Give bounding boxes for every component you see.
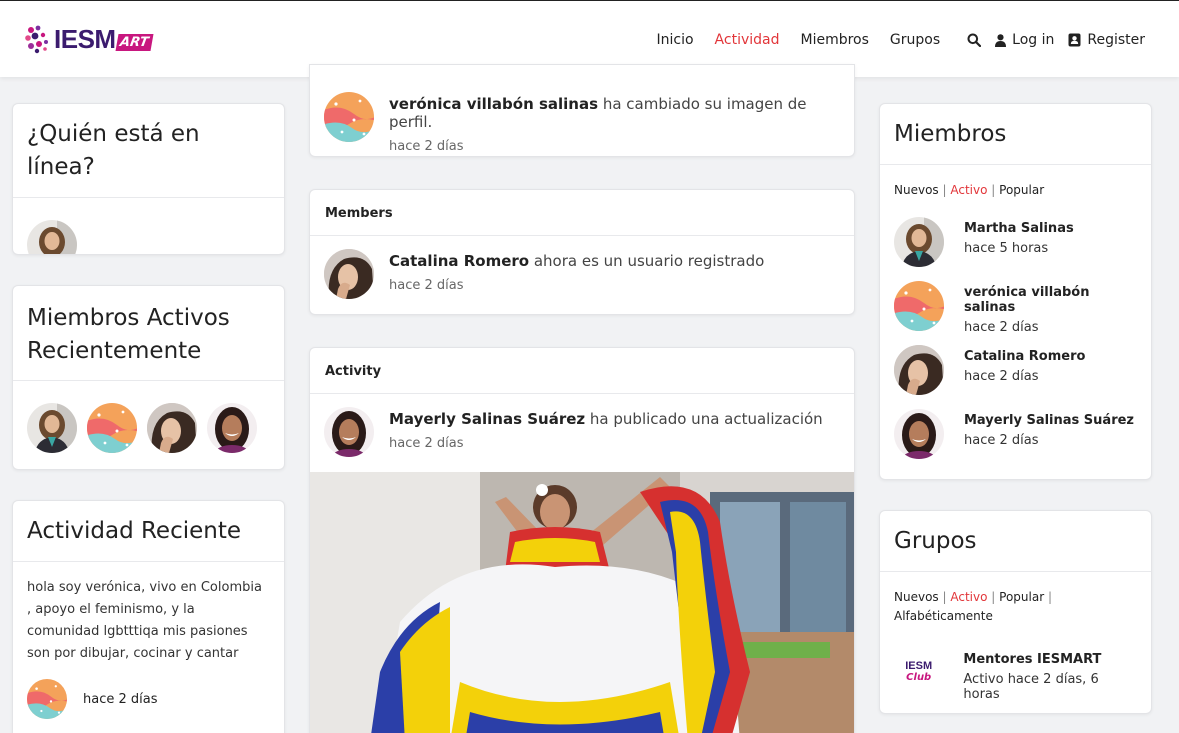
members-activity-card: Members Catalina Romero ahora es un usua… (309, 189, 855, 315)
activity-post-card: Activity Mayerly Salinas Suárez ha publi… (309, 347, 855, 733)
search-icon[interactable] (967, 33, 982, 47)
group-name-link[interactable]: Mentores IESMART (963, 652, 1137, 667)
member-last-active: hace 5 horas (964, 241, 1049, 256)
list-item: verónica villabón salinas hace 2 días (894, 281, 1137, 345)
member-last-active: hace 2 días (964, 369, 1039, 384)
filter-activo[interactable]: Activo (950, 590, 987, 604)
groups-filter-bar: Nuevos | Activo | Popular | Alfabéticame… (894, 590, 1053, 623)
avatar[interactable] (324, 92, 374, 142)
avatar[interactable] (27, 679, 67, 719)
activity-action-text: ha publicado una actualización (585, 410, 823, 428)
member-name-link[interactable]: Catalina Romero (964, 349, 1085, 364)
avatar[interactable] (894, 345, 944, 395)
nav-grupos[interactable]: Grupos (890, 32, 940, 48)
filter-nuevos[interactable]: Nuevos (894, 590, 939, 604)
member-name-link[interactable]: Mayerly Salinas Suárez (964, 413, 1134, 428)
recent-activity-title: Actividad Reciente (27, 518, 242, 544)
user-icon (995, 33, 1007, 47)
online-widget: ¿Quién está en línea? (12, 103, 285, 255)
activity-time: hace 2 días (389, 278, 464, 293)
activity-item-profile-photo: verónica villabón salinas ha cambiado su… (309, 64, 855, 157)
login-link[interactable]: Log in (995, 32, 1054, 48)
activity-time: hace 2 días (389, 139, 464, 154)
members-widget: Miembros Nuevos | Activo | Popular Marth… (879, 103, 1152, 480)
recent-activity-text: hola soy verónica, vivo en Colombia , ap… (27, 580, 262, 661)
recent-activity-time: hace 2 días (83, 691, 158, 707)
avatar[interactable] (87, 403, 137, 453)
filter-nuevos[interactable]: Nuevos (894, 183, 939, 197)
nav-miembros[interactable]: Miembros (800, 32, 868, 48)
list-item: Martha Salinas hace 5 horas (894, 217, 1137, 281)
avatar[interactable] (894, 409, 944, 459)
register-label: Register (1087, 32, 1145, 48)
avatar[interactable] (27, 403, 77, 453)
activity-card-title: Activity (325, 364, 382, 379)
members-list: Martha Salinas hace 5 horas verónica vil… (880, 200, 1151, 473)
main-menu: Inicio Actividad Miembros Grupos Log in … (636, 29, 1146, 51)
filter-popular[interactable]: Popular (999, 590, 1044, 604)
list-item: Catalina Romero hace 2 días (894, 345, 1137, 409)
activity-user-link[interactable]: verónica villabón salinas (389, 95, 598, 113)
online-widget-title: ¿Quién está en línea? (27, 121, 200, 180)
filter-popular[interactable]: Popular (999, 183, 1044, 197)
group-last-active: Activo hace 2 días, 6 horas (963, 672, 1099, 702)
register-link[interactable]: Register (1068, 32, 1145, 48)
groups-widget: Grupos Nuevos | Activo | Popular | Alfab… (879, 510, 1152, 714)
nav-actividad[interactable]: Actividad (715, 32, 780, 48)
activity-user-link[interactable]: Mayerly Salinas Suárez (389, 410, 585, 428)
avatar[interactable] (324, 407, 374, 457)
logo-tag: ART (115, 33, 154, 51)
member-last-active: hace 2 días (964, 433, 1039, 448)
member-name-link[interactable]: Martha Salinas (964, 221, 1074, 236)
activity-user-link[interactable]: Catalina Romero (389, 252, 529, 270)
logo-mark-icon (24, 24, 52, 54)
avatar[interactable] (27, 220, 77, 255)
list-item: IESM Club Mentores IESMART Activo hace 2… (880, 626, 1151, 702)
nav-inicio[interactable]: Inicio (657, 32, 694, 48)
avatar[interactable] (324, 249, 374, 299)
activity-time: hace 2 días (389, 436, 464, 451)
avatar[interactable] (147, 403, 197, 453)
filter-activo[interactable]: Activo (950, 183, 987, 197)
member-name-link[interactable]: verónica villabón salinas (964, 285, 1137, 315)
recent-members-title: Miembros Activos Recientemente (27, 305, 230, 364)
activity-photo[interactable] (310, 472, 854, 733)
recent-members-widget: Miembros Activos Recientemente (12, 285, 285, 470)
members-widget-title: Miembros (894, 121, 1007, 147)
avatar[interactable] (207, 403, 257, 453)
members-filter-bar: Nuevos | Activo | Popular (894, 183, 1045, 197)
filter-alfabeticamente[interactable]: Alfabéticamente (894, 609, 993, 623)
avatar[interactable] (894, 217, 944, 267)
groups-widget-title: Grupos (894, 528, 977, 554)
members-card-title: Members (325, 206, 393, 221)
avatar[interactable] (894, 281, 944, 331)
member-last-active: hace 2 días (964, 320, 1039, 335)
contact-card-icon (1068, 33, 1081, 47)
recent-activity-widget: Actividad Reciente hola soy verónica, vi… (12, 500, 285, 733)
logo-text: IESM (54, 23, 116, 54)
group-avatar[interactable]: IESM Club (894, 652, 943, 692)
login-label: Log in (1012, 32, 1055, 48)
site-logo[interactable]: IESM ART (24, 23, 154, 55)
list-item: Mayerly Salinas Suárez hace 2 días (894, 409, 1137, 473)
activity-action-text: ahora es un usuario registrado (529, 252, 765, 270)
